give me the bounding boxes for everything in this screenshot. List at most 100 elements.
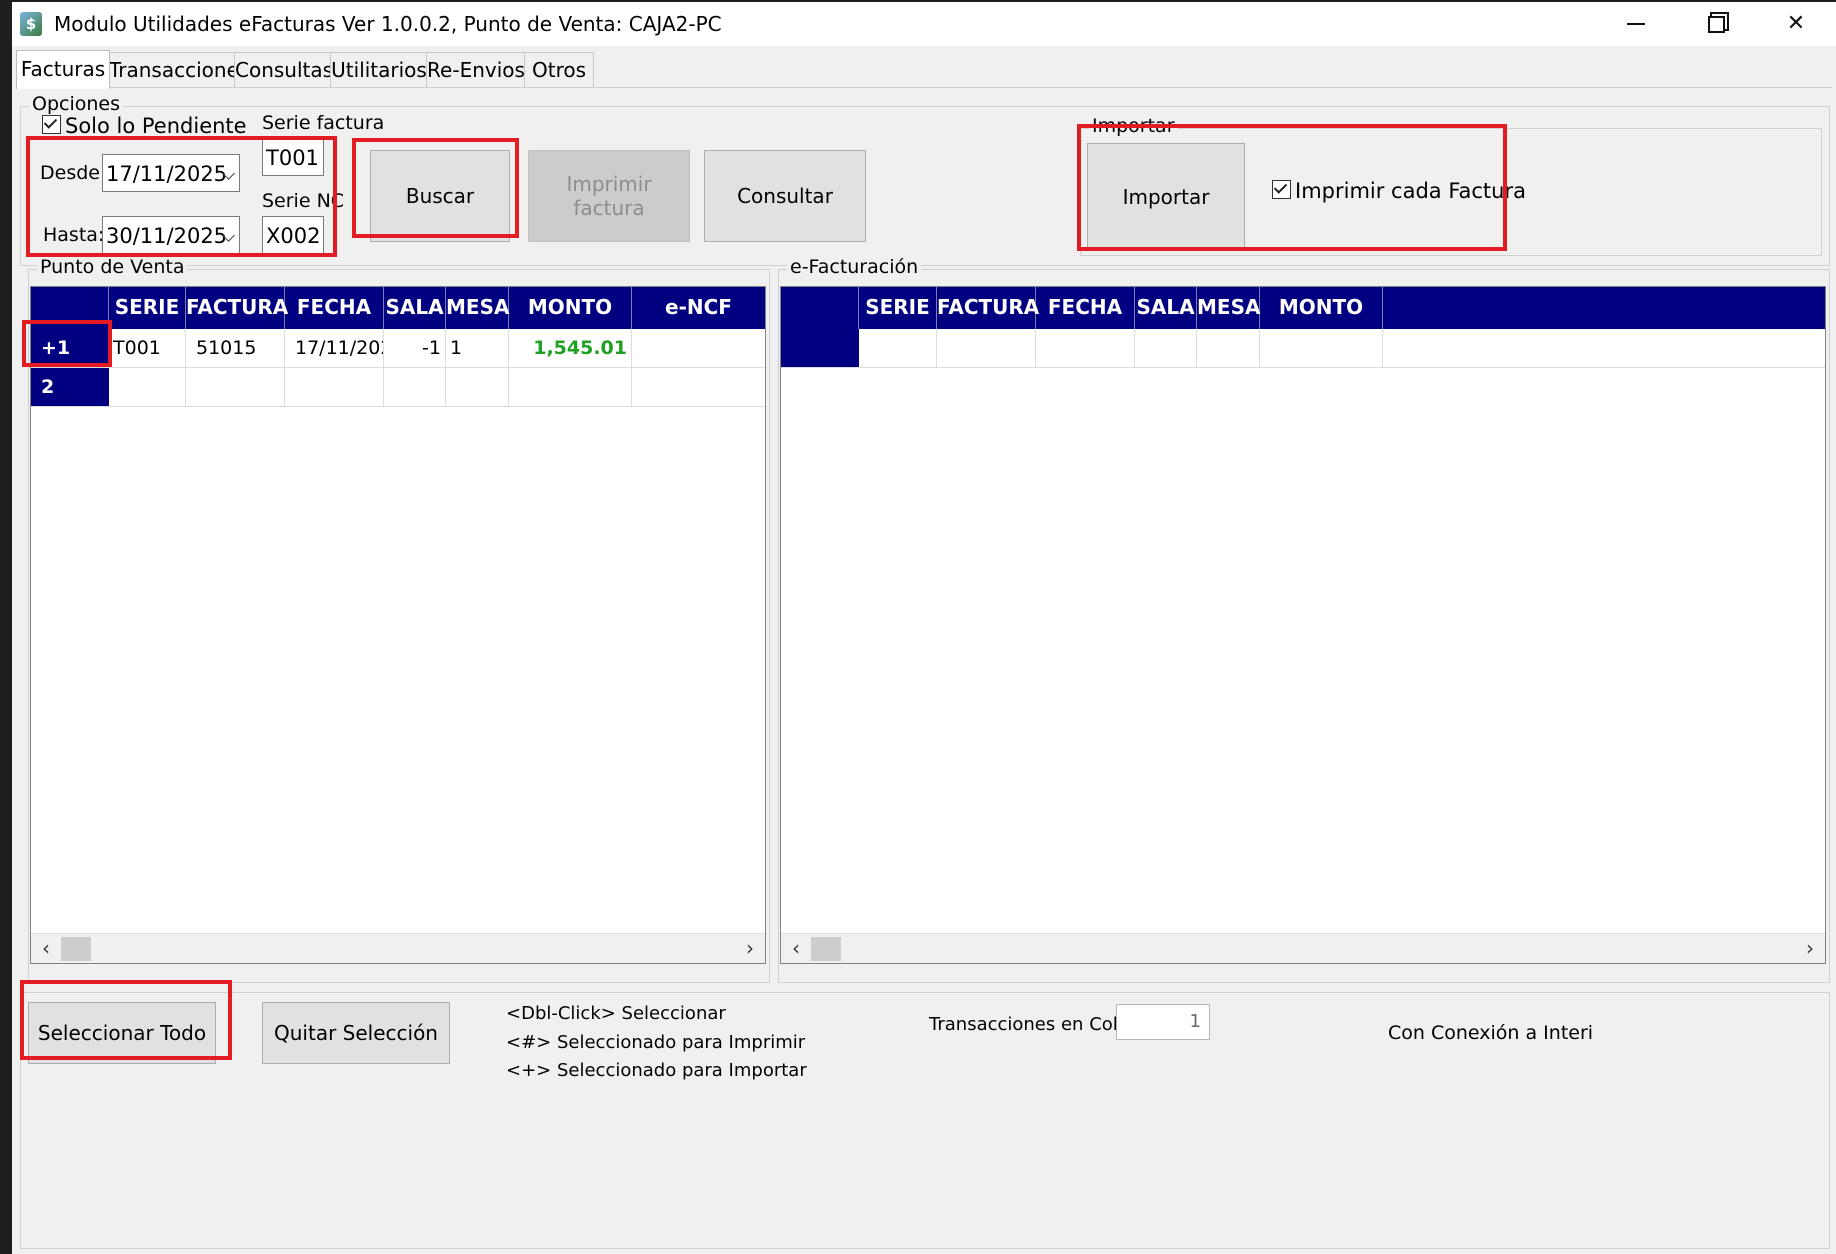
cell-encf[interactable] xyxy=(632,368,765,406)
scroll-thumb[interactable] xyxy=(811,937,841,961)
row-header[interactable] xyxy=(781,329,859,367)
column-header-serie[interactable]: SERIE xyxy=(109,287,186,329)
table-row[interactable]: 2 xyxy=(31,368,765,407)
transacciones-en-cola-value: 1 xyxy=(1116,1004,1210,1040)
serie-nc-label: Serie NC xyxy=(262,190,345,212)
cell-fecha[interactable]: 17/11/2025 xyxy=(285,329,384,367)
grid-corner xyxy=(31,287,109,329)
cell-sala[interactable] xyxy=(1135,329,1197,367)
consultar-button[interactable]: Consultar xyxy=(704,150,866,242)
importar-button[interactable]: Importar xyxy=(1087,143,1245,250)
cell-factura[interactable] xyxy=(186,368,285,406)
hasta-label: Hasta: xyxy=(43,224,105,246)
scroll-thumb[interactable] xyxy=(61,937,91,961)
solo-pendiente-label: Solo lo Pendiente xyxy=(65,114,247,138)
cell-mesa[interactable] xyxy=(446,368,509,406)
close-icon: ✕ xyxy=(1786,11,1806,36)
cell-sala[interactable]: -1 xyxy=(384,329,446,367)
e-facturacion-grid[interactable]: SERIE FACTURA FECHA SALA MESA MONTO ‹ › xyxy=(780,286,1826,964)
cell-factura[interactable] xyxy=(937,329,1036,367)
grid-header: SERIE FACTURA FECHA SALA MESA MONTO xyxy=(781,287,1825,329)
grid-corner xyxy=(781,287,859,329)
cell-monto[interactable] xyxy=(1260,329,1383,367)
e-facturacion-title: e-Facturación xyxy=(787,256,922,278)
tab-utilitarios[interactable]: Utilitarios xyxy=(330,52,428,87)
column-header-extra[interactable] xyxy=(1383,287,1825,329)
checkbox-checked-icon xyxy=(42,115,61,134)
column-header-mesa[interactable]: MESA xyxy=(1197,287,1260,329)
buscar-button[interactable]: Buscar xyxy=(370,150,510,242)
facturas-page: Opciones Solo lo Pendiente Desde: 17/11/… xyxy=(16,87,1832,1254)
close-button[interactable]: ✕ xyxy=(1756,2,1836,46)
checkbox-checked-icon xyxy=(1272,180,1291,199)
imprimir-cada-factura-checkbox[interactable]: Imprimir cada Factura xyxy=(1272,179,1526,203)
cell-sala[interactable] xyxy=(384,368,446,406)
seleccionar-todo-button[interactable]: Seleccionar Todo xyxy=(28,1002,216,1064)
column-header-encf[interactable]: e-NCF xyxy=(632,287,765,329)
cell-encf[interactable] xyxy=(632,329,765,367)
opciones-title: Opciones xyxy=(29,93,123,115)
chevron-left-icon[interactable]: ‹ xyxy=(31,934,61,963)
title-bar: $ Modulo Utilidades eFacturas Ver 1.0.0.… xyxy=(12,2,1836,46)
hasta-value: 30/11/2025 xyxy=(106,224,228,248)
row-header[interactable]: +1 xyxy=(31,329,109,367)
desde-value: 17/11/2025 xyxy=(106,162,228,186)
maximize-button[interactable] xyxy=(1676,2,1756,46)
hasta-date-picker[interactable]: 30/11/2025 xyxy=(102,216,240,254)
minimize-icon xyxy=(1627,23,1645,25)
legend-imprimir: <#> Seleccionado para Imprimir xyxy=(506,1032,806,1053)
importar-title: Importar xyxy=(1089,115,1178,137)
column-header-sala[interactable]: SALA xyxy=(1135,287,1197,329)
tab-otros[interactable]: Otros xyxy=(524,52,594,87)
connection-status: Con Conexión a Interi xyxy=(1388,1022,1594,1044)
solo-pendiente-checkbox[interactable]: Solo lo Pendiente xyxy=(42,114,247,138)
chevron-right-icon[interactable]: › xyxy=(735,934,765,963)
serie-nc-input[interactable]: X002 xyxy=(262,216,324,254)
cell-mesa[interactable]: 1 xyxy=(446,329,509,367)
desde-date-picker[interactable]: 17/11/2025 xyxy=(102,154,240,192)
chevron-right-icon[interactable]: › xyxy=(1795,934,1825,963)
cell-monto[interactable]: 1,545.01 xyxy=(509,329,632,367)
restore-icon xyxy=(1707,15,1725,33)
cell-mesa[interactable] xyxy=(1197,329,1260,367)
tab-facturas[interactable]: Facturas xyxy=(16,50,110,89)
quitar-seleccion-button[interactable]: Quitar Selección xyxy=(262,1002,450,1064)
cell-extra[interactable] xyxy=(1383,329,1825,367)
row-header[interactable]: 2 xyxy=(31,368,109,406)
column-header-monto[interactable]: MONTO xyxy=(509,287,632,329)
cell-factura[interactable]: 51015 xyxy=(186,329,285,367)
column-header-sala[interactable]: SALA xyxy=(384,287,446,329)
cell-serie[interactable] xyxy=(859,329,937,367)
serie-factura-input[interactable]: T001 xyxy=(262,138,324,176)
imprimir-cada-factura-label: Imprimir cada Factura xyxy=(1295,179,1526,203)
cell-serie[interactable] xyxy=(109,368,186,406)
cell-fecha[interactable] xyxy=(285,368,384,406)
table-row[interactable]: +1 T001 51015 17/11/2025 -1 1 1,545.01 xyxy=(31,329,765,368)
app-window: $ Modulo Utilidades eFacturas Ver 1.0.0.… xyxy=(12,2,1836,1254)
column-header-mesa[interactable]: MESA xyxy=(446,287,509,329)
transacciones-en-cola-label: Transacciones en Cola: xyxy=(929,1014,1135,1035)
column-header-fecha[interactable]: FECHA xyxy=(1036,287,1135,329)
cell-monto[interactable] xyxy=(509,368,632,406)
window-title: Modulo Utilidades eFacturas Ver 1.0.0.2,… xyxy=(54,12,722,36)
column-header-factura[interactable]: FACTURA xyxy=(937,287,1039,329)
tab-transacciones[interactable]: Transacciones xyxy=(108,52,249,87)
tab-re-envios[interactable]: Re-Envios xyxy=(426,52,526,87)
desde-label: Desde: xyxy=(40,162,107,184)
horizontal-scrollbar[interactable]: ‹ › xyxy=(31,933,765,963)
cell-fecha[interactable] xyxy=(1036,329,1135,367)
table-row[interactable] xyxy=(781,329,1825,368)
minimize-button[interactable] xyxy=(1596,2,1676,46)
punto-de-venta-grid[interactable]: SERIE FACTURA FECHA SALA MESA MONTO e-NC… xyxy=(30,286,766,964)
column-header-factura[interactable]: FACTURA xyxy=(186,287,288,329)
column-header-monto[interactable]: MONTO xyxy=(1260,287,1383,329)
chevron-left-icon[interactable]: ‹ xyxy=(781,934,811,963)
grid-header: SERIE FACTURA FECHA SALA MESA MONTO e-NC… xyxy=(31,287,765,329)
column-header-serie[interactable]: SERIE xyxy=(859,287,937,329)
tab-consultas[interactable]: Consultas xyxy=(234,52,333,87)
imprimir-factura-button[interactable]: Imprimir factura xyxy=(528,150,690,242)
column-header-fecha[interactable]: FECHA xyxy=(285,287,384,329)
horizontal-scrollbar[interactable]: ‹ › xyxy=(781,933,1825,963)
cell-serie[interactable]: T001 xyxy=(109,329,186,367)
legend-importar: <+> Seleccionado para Importar xyxy=(506,1060,807,1081)
